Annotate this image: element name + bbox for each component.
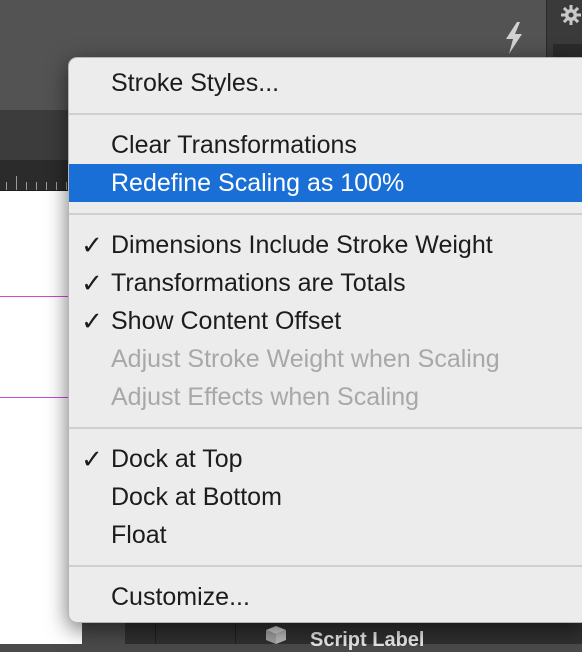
menu-item-dock-at-bottom[interactable]: Dock at Bottom xyxy=(69,478,582,516)
menu-item-label: Dock at Bottom xyxy=(111,483,282,511)
gear-icon[interactable] xyxy=(560,4,582,26)
menu-item-float[interactable]: Float xyxy=(69,516,582,554)
script-label-title: Script Label xyxy=(310,629,425,651)
menu-item-show-content-offset[interactable]: ✓ Show Content Offset xyxy=(69,302,582,340)
menu-item-dimensions-include-stroke-weight[interactable]: ✓ Dimensions Include Stroke Weight xyxy=(69,226,582,264)
checkmark-icon: ✓ xyxy=(81,444,103,474)
menu-item-label: Show Content Offset xyxy=(111,307,342,335)
checkmark-icon: ✓ xyxy=(81,230,103,260)
menu-item-label: Clear Transformations xyxy=(111,131,357,159)
menu-item-label: Stroke Styles... xyxy=(111,69,280,97)
panel-options-menu: Stroke Styles... Clear Transformations R… xyxy=(68,57,582,623)
menu-item-adjust-stroke-weight-when-scaling: Adjust Stroke Weight when Scaling xyxy=(69,340,582,378)
menu-item-label: Dimensions Include Stroke Weight xyxy=(111,231,493,259)
menu-item-label: Float xyxy=(111,521,167,549)
script-label-icon xyxy=(266,626,286,644)
menu-separator xyxy=(69,554,582,578)
checkmark-icon: ✓ xyxy=(81,268,103,298)
menu-item-dock-at-top[interactable]: ✓ Dock at Top xyxy=(69,440,582,478)
menu-item-adjust-effects-when-scaling: Adjust Effects when Scaling xyxy=(69,378,582,416)
checkmark-icon: ✓ xyxy=(81,306,103,336)
menu-separator xyxy=(69,202,582,226)
menu-item-redefine-scaling[interactable]: Redefine Scaling as 100% xyxy=(69,164,582,202)
menu-item-transformations-are-totals[interactable]: ✓ Transformations are Totals xyxy=(69,264,582,302)
menu-item-label: Customize... xyxy=(111,583,250,611)
menu-item-label: Adjust Stroke Weight when Scaling xyxy=(111,345,500,373)
menu-item-customize[interactable]: Customize... xyxy=(69,578,582,616)
menu-item-label: Transformations are Totals xyxy=(111,269,406,297)
menu-item-label: Redefine Scaling as 100% xyxy=(111,169,405,197)
menu-separator xyxy=(69,416,582,440)
menu-separator xyxy=(69,102,582,126)
menu-item-label: Dock at Top xyxy=(111,445,243,473)
menu-item-clear-transformations[interactable]: Clear Transformations xyxy=(69,126,582,164)
menu-item-stroke-styles[interactable]: Stroke Styles... xyxy=(69,64,582,102)
menu-item-label: Adjust Effects when Scaling xyxy=(111,383,420,411)
lightning-bolt-icon[interactable] xyxy=(500,20,528,56)
